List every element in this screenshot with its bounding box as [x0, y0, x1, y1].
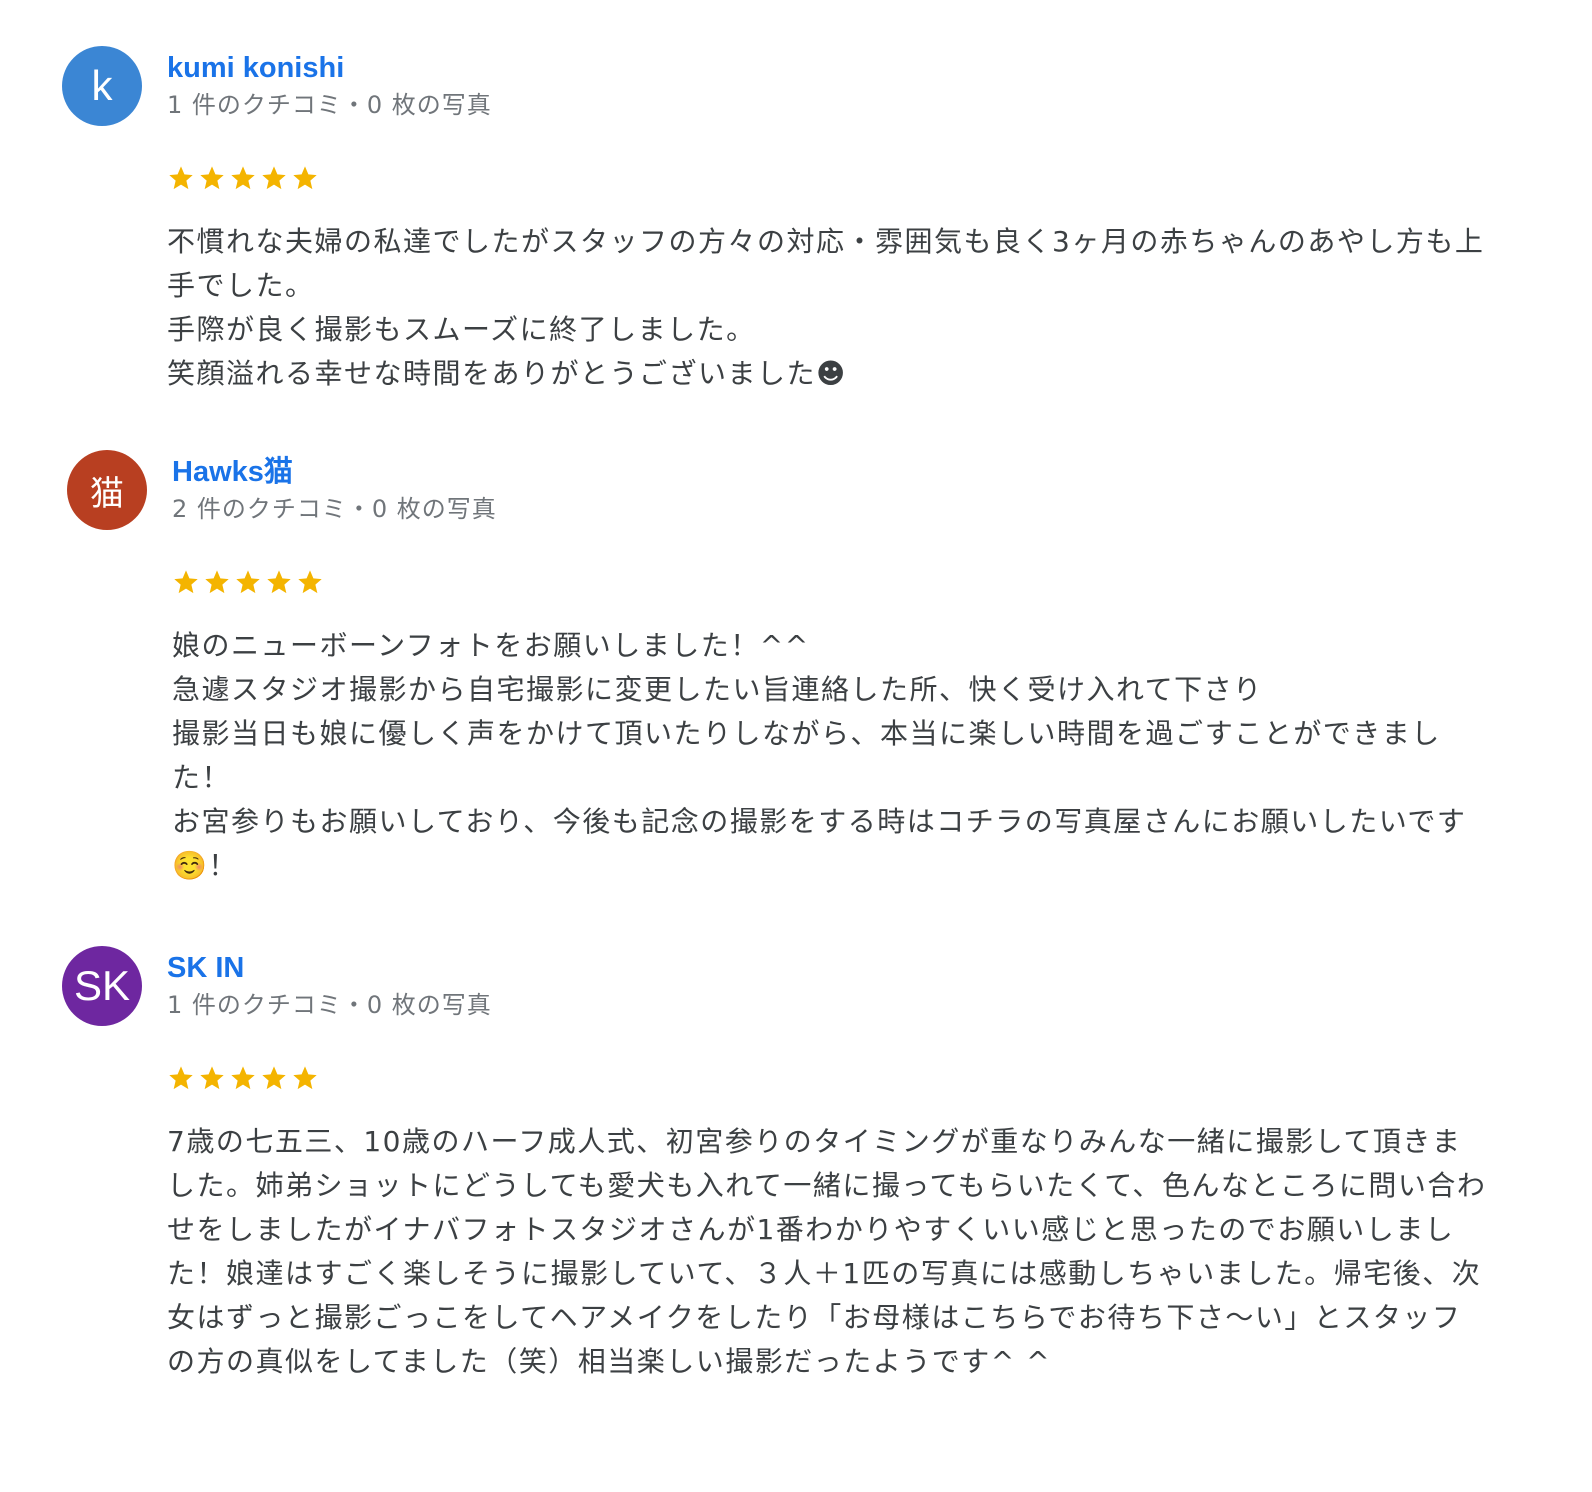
avatar[interactable]: k — [62, 46, 142, 126]
star-icon — [291, 1064, 319, 1092]
author-review-count: 2 件のクチコミ・0 枚の写真 — [172, 495, 497, 523]
review-text: 娘のニューボーンフォトをお願いしました！^^ 急遽スタジオ撮影から自宅撮影に変更… — [172, 629, 1467, 882]
star-rating — [167, 1064, 319, 1092]
star-icon — [167, 164, 195, 192]
star-icon — [234, 568, 262, 596]
star-icon — [198, 1064, 226, 1092]
review-text: 不慣れな夫婦の私達でしたがスタッフの方々の対応・雰囲気も良く3ヶ月の赤ちゃんのあ… — [167, 225, 1485, 390]
author-review-count: 1 件のクチコミ・0 枚の写真 — [167, 91, 492, 119]
avatar[interactable]: SK — [62, 946, 142, 1026]
author-name-link[interactable]: kumi konishi — [167, 50, 344, 86]
star-icon — [229, 1064, 257, 1092]
star-icon — [172, 568, 200, 596]
star-icon — [198, 164, 226, 192]
star-icon — [265, 568, 293, 596]
avatar[interactable]: 猫 — [67, 450, 147, 530]
star-icon — [260, 164, 288, 192]
star-icon — [167, 1064, 195, 1092]
author-name-link[interactable]: Hawks猫 — [172, 454, 293, 490]
star-icon — [203, 568, 231, 596]
star-icon — [296, 568, 324, 596]
star-rating — [172, 568, 324, 596]
author-name-link[interactable]: SK IN — [167, 950, 244, 986]
review-text: 7歳の七五三、10歳のハーフ成人式、初宮参りのタイミングが重なりみんな一緒に撮影… — [167, 1125, 1487, 1378]
star-rating — [167, 164, 319, 192]
star-icon — [229, 164, 257, 192]
author-review-count: 1 件のクチコミ・0 枚の写真 — [167, 991, 492, 1019]
star-icon — [291, 164, 319, 192]
star-icon — [260, 1064, 288, 1092]
